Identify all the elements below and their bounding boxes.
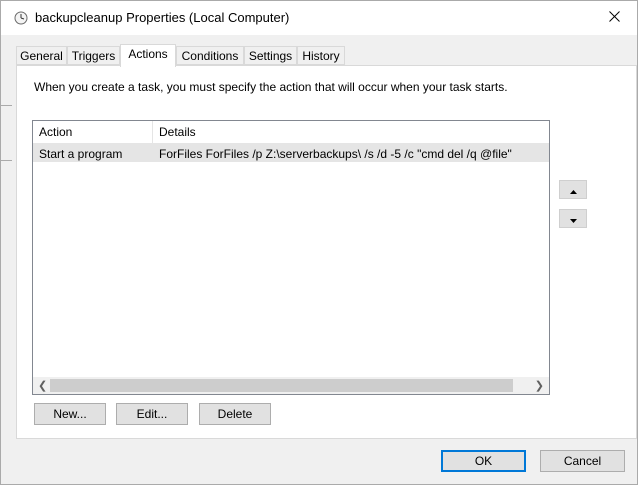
column-header-details[interactable]: Details <box>159 125 196 139</box>
tab-general[interactable]: General <box>16 46 67 65</box>
scrollbar-thumb[interactable] <box>50 379 513 392</box>
move-down-button[interactable] <box>559 209 587 228</box>
delete-button[interactable]: Delete <box>199 403 271 425</box>
background-divider <box>0 105 12 106</box>
close-button[interactable] <box>592 1 637 35</box>
properties-dialog: backupcleanup Properties (Local Computer… <box>0 0 638 485</box>
edit-button[interactable]: Edit... <box>116 403 188 425</box>
cancel-button[interactable]: Cancel <box>540 450 625 472</box>
tab-history[interactable]: History <box>297 46 345 65</box>
new-button[interactable]: New... <box>34 403 106 425</box>
arrow-up-icon <box>569 183 577 197</box>
column-header-action[interactable]: Action <box>39 125 72 139</box>
arrow-down-icon <box>569 212 577 226</box>
move-up-button[interactable] <box>559 180 587 199</box>
tab-triggers[interactable]: Triggers <box>67 46 120 65</box>
list-item[interactable]: Start a program ForFiles ForFiles /p Z:\… <box>33 144 549 162</box>
row-details-cell: ForFiles ForFiles /p Z:\serverbackups\ /… <box>159 147 512 161</box>
row-action-cell: Start a program <box>39 147 123 161</box>
horizontal-scrollbar[interactable]: ❮ ❯ <box>33 377 549 394</box>
tab-conditions[interactable]: Conditions <box>176 46 244 65</box>
panel-description: When you create a task, you must specify… <box>34 80 508 94</box>
background-divider <box>0 160 12 161</box>
ok-button[interactable]: OK <box>441 450 526 472</box>
scroll-right-icon[interactable]: ❯ <box>535 379 544 392</box>
close-icon <box>609 11 620 25</box>
actions-panel: When you create a task, you must specify… <box>16 65 637 439</box>
list-header: Action Details <box>33 121 549 144</box>
column-separator[interactable] <box>152 121 153 143</box>
window-title: backupcleanup Properties (Local Computer… <box>35 10 290 25</box>
tab-actions[interactable]: Actions <box>120 44 176 67</box>
actions-list[interactable]: Action Details Start a program ForFiles … <box>32 120 550 395</box>
task-clock-icon <box>14 11 28 25</box>
title-bar: backupcleanup Properties (Local Computer… <box>1 1 637 35</box>
tab-settings[interactable]: Settings <box>244 46 297 65</box>
scroll-left-icon[interactable]: ❮ <box>38 379 47 392</box>
